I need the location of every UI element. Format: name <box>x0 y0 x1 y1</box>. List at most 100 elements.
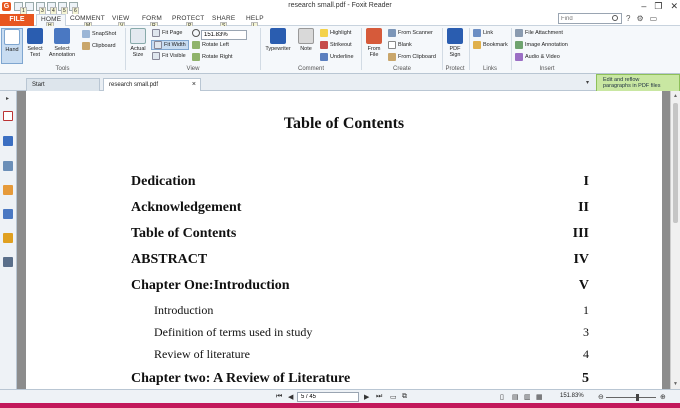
toc-heading: Table of Contents <box>283 115 405 132</box>
last-page-icon[interactable]: ⏭ <box>376 393 382 401</box>
note-button[interactable]: Note <box>296 28 316 52</box>
expand-icon[interactable]: ▭ <box>650 14 658 23</box>
page-number-input[interactable] <box>297 392 359 402</box>
highlight-label: Highlight <box>330 30 352 36</box>
zoom-out-icon[interactable]: ⊖ <box>598 393 604 401</box>
select-annotation-icon <box>54 28 70 44</box>
view-mode-icon[interactable]: ▭ <box>390 393 397 401</box>
underline-button[interactable]: Underline <box>320 53 354 61</box>
link-button[interactable]: Link <box>473 29 493 37</box>
promo-banner[interactable]: Edit and reflow paragraphs in PDF files <box>596 74 680 92</box>
from-file-button[interactable]: From File <box>364 28 384 58</box>
zoom-slider[interactable] <box>606 394 656 401</box>
tab-form[interactable]: FORM <box>142 15 162 22</box>
tab-comment[interactable]: COMMENT <box>70 15 105 22</box>
facing-page-icon[interactable]: ▥ <box>524 393 531 401</box>
ribbon-home: Hand Select Text Select Annotation SnapS… <box>0 26 680 74</box>
layers-icon[interactable] <box>3 161 13 171</box>
clipboard-button[interactable]: Clipboard <box>82 42 116 50</box>
separator <box>361 28 362 70</box>
tab-research-small[interactable]: research small.pdf × <box>103 78 201 91</box>
fit-width-button[interactable]: Fit Width <box>151 40 189 50</box>
comments-icon[interactable] <box>3 185 13 195</box>
zoom-in-icon[interactable]: ⊕ <box>660 393 666 401</box>
clipboard-create-icon <box>388 53 396 61</box>
copy-view-icon[interactable]: ⧉ <box>402 393 407 401</box>
audio-video-button[interactable]: Audio & Video <box>515 53 560 61</box>
single-page-icon[interactable]: ▯ <box>500 393 504 401</box>
separator <box>260 28 261 70</box>
pdf-page: Table of Contents Dedication I Acknowled… <box>26 91 662 389</box>
zoom-input[interactable] <box>201 30 247 40</box>
tab-share[interactable]: SHARE <box>212 15 235 22</box>
tab-help[interactable]: HELP <box>246 15 264 22</box>
fit-visible-icon <box>152 52 160 60</box>
pdf-sign-button[interactable]: PDF Sign <box>444 28 466 58</box>
fit-visible-button[interactable]: Fit Visible <box>152 52 186 60</box>
attachments-icon[interactable] <box>3 209 13 219</box>
scroll-down-icon[interactable]: ▼ <box>673 381 678 387</box>
first-page-icon[interactable]: ⏮ <box>276 393 282 401</box>
zoom-tool-button[interactable] <box>192 29 200 37</box>
help-icon[interactable]: ? <box>626 14 630 23</box>
group-label-view: View <box>186 66 200 72</box>
rotate-left-label: Rotate Left <box>202 42 229 48</box>
tab-start[interactable]: Start <box>26 78 100 91</box>
settings-icon[interactable]: ⚙ <box>636 14 643 23</box>
close-tab-icon[interactable]: × <box>192 79 196 91</box>
vertical-scrollbar[interactable]: ▲ ▼ <box>670 91 680 389</box>
rotate-right-button[interactable]: Rotate Right <box>192 53 233 61</box>
expand-panel-icon[interactable]: ▸ <box>6 95 9 102</box>
next-page-icon[interactable]: ▶ <box>364 393 369 401</box>
audio-video-label: Audio & Video <box>525 54 560 60</box>
toc-entry-label: Acknowledgement <box>131 200 242 215</box>
zoom-slider-knob[interactable] <box>636 394 639 401</box>
close-window-icon[interactable]: ✕ <box>670 1 678 12</box>
scroll-up-icon[interactable]: ▲ <box>673 93 678 99</box>
strikeout-label: Strikeout <box>330 42 352 48</box>
strikeout-button[interactable]: Strikeout <box>320 41 352 49</box>
group-label-links: Links <box>482 66 497 72</box>
signatures-icon[interactable] <box>3 257 13 267</box>
highlight-button[interactable]: Highlight <box>320 29 351 37</box>
tab-protect[interactable]: PROTECT <box>172 15 204 22</box>
actual-size-button[interactable]: Actual Size <box>128 28 148 58</box>
toc-entry-label: ABSTRACT <box>131 252 208 267</box>
tab-file[interactable]: FILE <box>0 14 34 26</box>
blank-button[interactable]: Blank <box>388 41 412 49</box>
document-viewport[interactable]: Table of Contents Dedication I Acknowled… <box>17 91 670 389</box>
search-icon[interactable] <box>612 15 618 21</box>
select-annotation-button[interactable]: Select Annotation <box>47 28 77 58</box>
snapshot-button[interactable]: SnapShot <box>82 30 116 38</box>
scrollbar-thumb[interactable] <box>673 103 678 223</box>
camera-icon <box>82 30 90 38</box>
rotate-right-label: Rotate Right <box>202 54 233 60</box>
continuous-page-icon[interactable]: ▤ <box>512 393 519 401</box>
previous-page-icon[interactable]: ◀ <box>288 393 293 401</box>
continuous-facing-icon[interactable]: ▦ <box>536 393 543 401</box>
restore-icon[interactable]: ❐ <box>654 1 662 12</box>
tab-view[interactable]: VIEW <box>112 15 129 22</box>
rotate-left-button[interactable]: Rotate Left <box>192 41 229 49</box>
toc-entry-label: Chapter two: A Review of Literature <box>131 371 351 386</box>
from-scanner-button[interactable]: From Scanner <box>388 29 433 37</box>
file-attachment-button[interactable]: File Attachment <box>515 29 563 37</box>
hand-button[interactable]: Hand <box>1 28 23 64</box>
toc-entry-page: III <box>572 226 589 241</box>
typewriter-button[interactable]: Typewriter <box>263 28 293 52</box>
bookmark-button[interactable]: Bookmark <box>473 41 508 49</box>
hand-icon <box>4 29 20 45</box>
rotate-left-icon <box>192 41 200 49</box>
left-navigation-panel: ▸ <box>0 91 17 389</box>
fit-page-button[interactable]: Fit Page <box>152 29 182 37</box>
from-clipboard-button[interactable]: From Clipboard <box>388 53 436 61</box>
security-lock-icon[interactable] <box>3 233 13 243</box>
image-annotation-button[interactable]: Image Annotation <box>515 41 568 49</box>
select-text-button[interactable]: Select Text <box>25 28 45 58</box>
minimize-icon[interactable]: – <box>641 1 646 12</box>
tab-list-chevron-icon[interactable]: ▾ <box>586 79 589 86</box>
pages-icon[interactable] <box>3 111 13 121</box>
bookmarks-icon[interactable] <box>3 136 13 146</box>
scanner-icon <box>388 29 396 37</box>
link-label: Link <box>483 30 494 36</box>
